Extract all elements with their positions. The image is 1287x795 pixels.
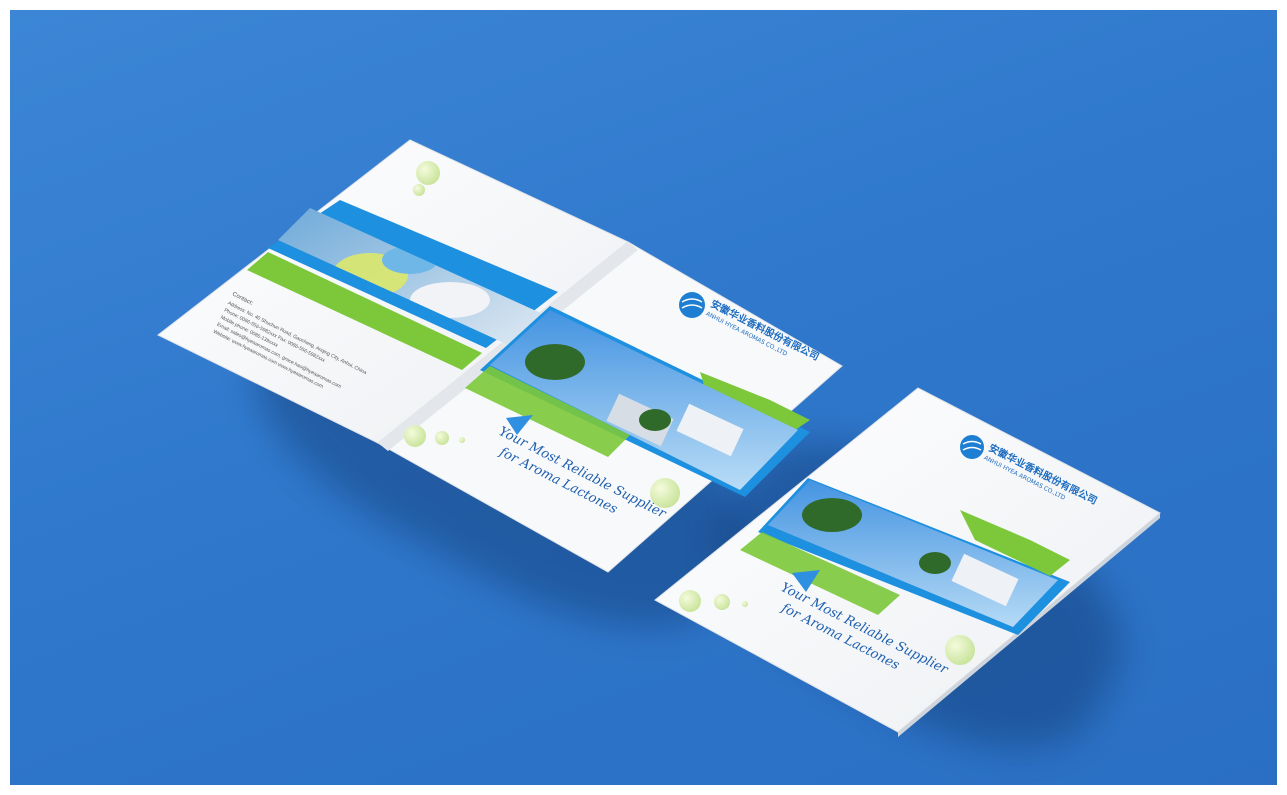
brochure-illustration: Contact: Address: No. 40 Shuchun Road, G… <box>157 139 1161 737</box>
background-surface: Contact: Address: No. 40 Shuchun Road, G… <box>10 10 1277 785</box>
brand-logo <box>679 292 705 318</box>
brand-logo <box>960 435 984 459</box>
open-folder: Contact: Address: No. 40 Shuchun Road, G… <box>157 139 843 573</box>
brochure-mockup: Contact: Address: No. 40 Shuchun Road, G… <box>10 10 1277 785</box>
